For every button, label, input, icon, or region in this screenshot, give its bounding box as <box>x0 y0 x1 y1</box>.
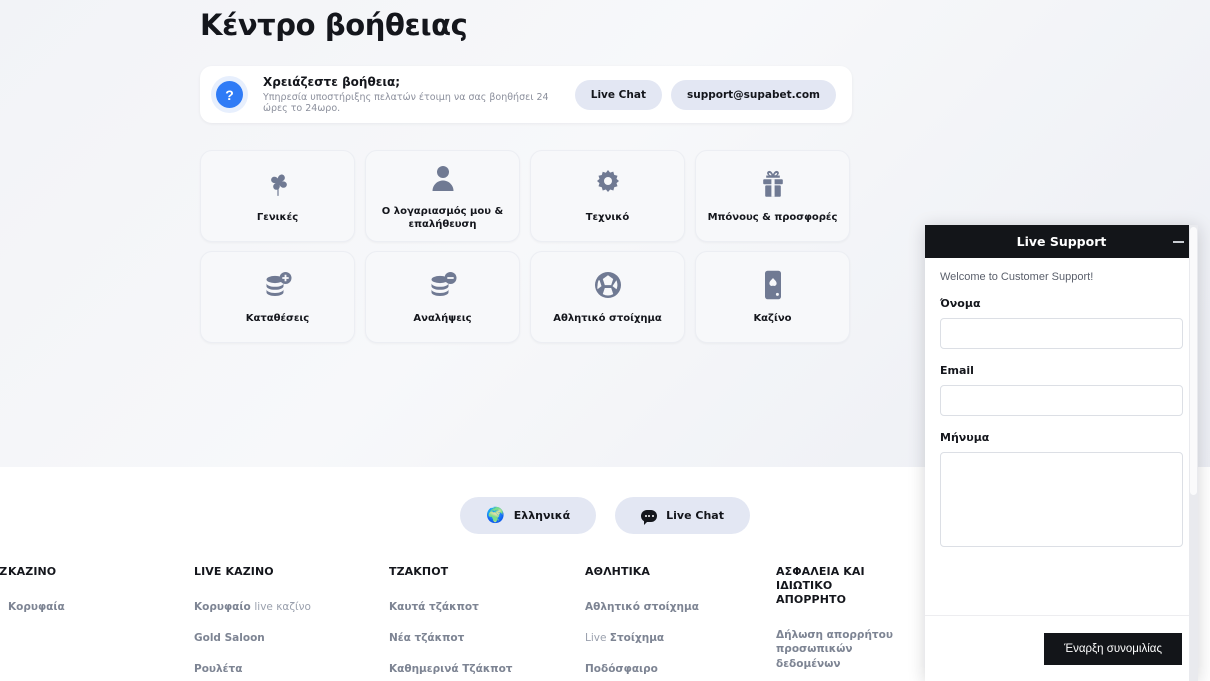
category-row-2: Καταθέσεις Αναλήψεις Αθλητικό στοίχημα Κ… <box>200 251 852 343</box>
globe-icon: 🌍 <box>486 506 505 524</box>
footer-column-heading: ΚΑΖΙΝΟ <box>8 565 57 578</box>
start-chat-button[interactable]: Έναρξη συνομιλίας <box>1044 632 1182 665</box>
category-card-label: Γενικές <box>256 212 299 223</box>
footer-column-jackpot: ΤΖΑΚΠΟΤ Καυτά τζάκποτ Νέα τζάκποτ Καθημε… <box>389 565 585 681</box>
live-support-body: Welcome to Customer Support! Όνομα Email… <box>925 258 1198 615</box>
support-email-button[interactable]: support@supabet.com <box>670 79 836 110</box>
footer-link-regular: Live <box>585 631 610 644</box>
category-card-sports-betting[interactable]: Αθλητικό στοίχημα <box>530 251 685 343</box>
help-banner-subtitle: Υπηρεσία υποστήριξης πελατών έτοιμη να σ… <box>263 92 549 114</box>
category-card-label: Μπόνους & προσφορές <box>707 212 838 223</box>
footer-column-live-casino: LIVE ΚΑΖΙΝΟ Κορυφαίο live καζίνο Gold Sa… <box>194 565 389 681</box>
category-card-label: Αθλητικό στοίχημα <box>553 313 662 324</box>
help-banner-actions: Live Chat support@supabet.com <box>574 79 836 110</box>
footer-link[interactable]: Live Στοίχημα <box>585 632 776 644</box>
category-card-general[interactable]: Γενικές <box>200 150 355 242</box>
language-button[interactable]: 🌍 Ελληνικά <box>460 497 597 534</box>
minimize-icon[interactable] <box>1173 240 1184 243</box>
footer-column-casino: ΚΑΖΙΝΟ Κορυφαία <box>8 565 194 681</box>
clover-icon <box>264 168 292 200</box>
gift-icon <box>759 168 787 200</box>
category-card-withdrawals[interactable]: Αναλήψεις <box>365 251 520 343</box>
live-chat-button[interactable]: Live Chat <box>574 79 662 110</box>
category-card-bonuses[interactable]: Μπόνους & προσφορές <box>695 150 850 242</box>
coins-minus-icon <box>428 269 458 301</box>
footer-live-chat-button[interactable]: Live Chat <box>615 497 750 534</box>
category-card-deposits[interactable]: Καταθέσεις <box>200 251 355 343</box>
name-input[interactable] <box>940 318 1183 349</box>
footer-link[interactable]: Gold Saloon <box>194 632 389 644</box>
category-card-label: Αναλήψεις <box>413 313 472 324</box>
playing-card-icon <box>762 269 784 301</box>
footer-link[interactable]: Καυτά τζάκποτ <box>389 601 585 613</box>
category-card-label: Καζίνο <box>753 313 792 324</box>
footer-link-strong: Κορυφαίο <box>194 600 255 613</box>
footer-column-heading: ΚΑΖΙΝΟ <box>0 565 8 578</box>
page-title: Κέντρο βοήθειας <box>200 8 468 42</box>
live-support-welcome-message: Welcome to Customer Support! <box>940 271 1094 283</box>
gear-icon <box>594 168 622 200</box>
soccer-ball-icon <box>594 269 622 301</box>
footer-link[interactable]: Αθλητικό στοίχημα <box>585 601 776 613</box>
user-icon <box>430 162 456 194</box>
live-support-widget: Live Support Welcome to Customer Support… <box>925 225 1198 681</box>
category-card-casino[interactable]: Καζίνο <box>695 251 850 343</box>
footer-link-strong: Στοίχημα <box>609 631 665 644</box>
live-support-header: Live Support <box>925 225 1198 258</box>
category-card-my-account[interactable]: Ο λογαριασμός μου & επαλήθευση <box>365 150 520 242</box>
footer-link[interactable]: Νέα τζάκποτ <box>389 632 585 644</box>
scrollbar-thumb[interactable] <box>1190 227 1197 495</box>
help-center-page: Κέντρο βοήθειας ? Χρειάζεστε βοήθεια; Υπ… <box>0 0 1210 681</box>
footer-column-heading: ΤΖΑΚΠΟΤ <box>389 565 449 578</box>
footer-live-chat-label: Live Chat <box>666 509 724 522</box>
footer-column-heading: ΑΣΦΑΛΕΙΑ ΚΑΙ ΙΔΙΩΤΙΚΟ ΑΠΟΡΡΗΤΟ <box>776 565 865 606</box>
live-support-scrollbar[interactable] <box>1189 225 1198 681</box>
footer-column-heading: ΑΘΛΗΤΙΚΑ <box>585 565 651 578</box>
email-input[interactable] <box>940 385 1183 416</box>
category-card-label: Τεχνικό <box>585 212 630 223</box>
category-card-technical[interactable]: Τεχνικό <box>530 150 685 242</box>
footer-link-regular: live καζίνο <box>254 600 311 613</box>
footer-column-heading: LIVE ΚΑΖΙΝΟ <box>194 565 274 578</box>
footer-link[interactable]: Κορυφαίο live καζίνο <box>194 601 389 613</box>
footer-column-sports: ΑΘΛΗΤΙΚΑ Αθλητικό στοίχημα Live Στοίχημα… <box>585 565 776 681</box>
category-card-label: Καταθέσεις <box>245 313 310 324</box>
language-label: Ελληνικά <box>513 509 571 522</box>
footer-link[interactable]: Κορυφαία <box>8 601 194 613</box>
help-banner-text: Χρειάζεστε βοήθεια; Υπηρεσία υποστήριξης… <box>263 75 575 114</box>
email-field-label: Email <box>940 364 974 377</box>
chat-bubble-icon <box>641 509 658 525</box>
category-row-1: Γενικές Ο λογαριασμός μου & επαλήθευση Τ… <box>200 150 852 242</box>
help-banner: ? Χρειάζεστε βοήθεια; Υπηρεσία υποστήριξ… <box>200 66 852 123</box>
message-textarea[interactable] <box>940 452 1183 547</box>
help-banner-title: Χρειάζεστε βοήθεια; <box>263 75 401 89</box>
footer-column-clipped: ΚΑΖΙΝΟ <box>0 565 8 681</box>
live-support-title: Live Support <box>1016 234 1107 249</box>
footer-link[interactable]: Καθημερινά Τζάκποτ <box>389 663 585 675</box>
footer-link[interactable]: Ποδόσφαιρο <box>585 663 776 675</box>
footer-link[interactable]: Δήλωση απορρήτου προσωπικών δεδομένων <box>776 628 896 671</box>
live-support-footer: Έναρξη συνομιλίας <box>925 615 1198 681</box>
message-field-label: Μήνυμα <box>940 431 990 444</box>
category-card-label: Ο λογαριασμός μου & επαλήθευση <box>381 205 504 230</box>
coins-plus-icon <box>263 269 293 301</box>
footer-link[interactable]: Ρουλέτα <box>194 663 389 675</box>
question-mark-icon: ? <box>216 81 243 108</box>
name-field-label: Όνομα <box>940 297 981 310</box>
category-card-grid: Γενικές Ο λογαριασμός μου & επαλήθευση Τ… <box>200 150 852 352</box>
